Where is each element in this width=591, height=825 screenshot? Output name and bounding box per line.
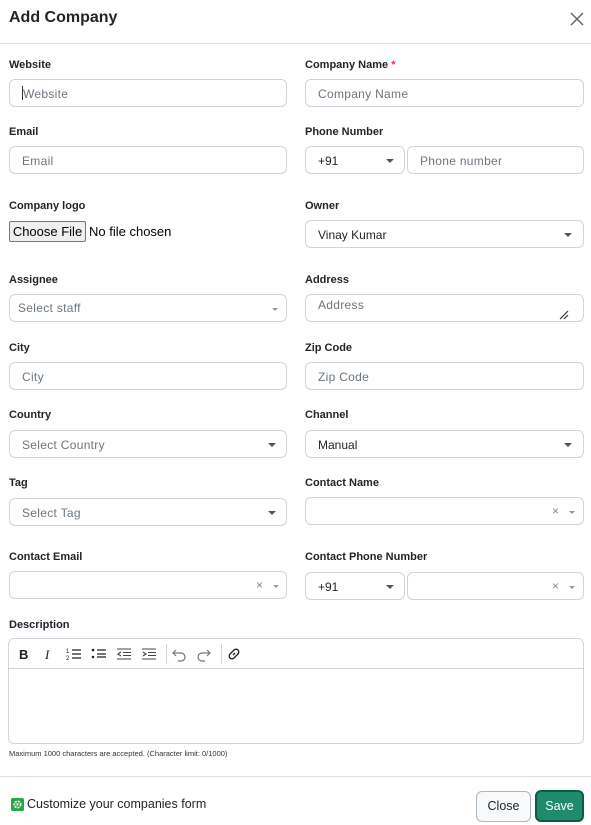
customize-form-link[interactable]: Customize your companies form (27, 797, 206, 811)
contact-name-select[interactable]: × (305, 497, 584, 525)
phone-country-code-select[interactable]: +91 (305, 146, 405, 174)
chevron-down-icon (569, 511, 575, 514)
chevron-down-icon (272, 308, 278, 311)
chevron-down-icon (564, 443, 572, 447)
chevron-down-icon (273, 585, 279, 588)
description-label: Description (9, 619, 70, 631)
phone-number-placeholder: Phone number (420, 154, 503, 168)
chevron-down-icon (569, 586, 575, 589)
gear-icon (11, 798, 24, 811)
country-select[interactable]: Select Country (9, 430, 287, 458)
phone-country-code-value: +91 (318, 154, 339, 168)
chevron-down-icon (386, 585, 394, 589)
undo-icon[interactable] (171, 646, 187, 662)
city-input[interactable]: City (9, 362, 287, 390)
close-button[interactable]: Close (476, 791, 531, 822)
chevron-down-icon (268, 511, 276, 515)
file-status-text: No file chosen (89, 224, 172, 239)
description-editor: B I 1 2 (8, 638, 584, 744)
assignee-label: Assignee (9, 274, 58, 286)
svg-text:2: 2 (66, 656, 70, 662)
company-name-label-text: Company Name (305, 59, 389, 71)
svg-text:1: 1 (66, 649, 70, 655)
svg-text:I: I (44, 647, 50, 662)
address-textarea[interactable]: Address (305, 294, 584, 322)
chevron-down-icon (386, 159, 394, 163)
phone-number-input[interactable]: Phone number (407, 146, 584, 174)
website-label: Website (9, 59, 51, 71)
tag-select[interactable]: Select Tag (9, 498, 287, 526)
required-mark: * (391, 59, 396, 71)
toolbar-divider (166, 644, 167, 664)
clear-icon[interactable]: × (552, 579, 559, 593)
owner-label: Owner (305, 200, 340, 212)
contact-email-label: Contact Email (9, 551, 83, 563)
italic-icon[interactable]: I (41, 646, 57, 662)
company-logo-label: Company logo (9, 200, 86, 212)
ordered-list-icon[interactable]: 1 2 (66, 646, 82, 662)
contact-phone-label: Contact Phone Number (305, 551, 428, 563)
channel-value: Manual (318, 438, 358, 452)
modal-footer: Customize your companies form Close Save (0, 776, 591, 825)
bold-icon[interactable]: B (16, 646, 32, 662)
contact-phone-select[interactable]: × (407, 572, 584, 600)
channel-label: Channel (305, 409, 349, 421)
city-label: City (9, 342, 30, 354)
city-placeholder: City (22, 370, 44, 384)
zip-code-label: Zip Code (305, 342, 353, 354)
editor-toolbar: B I 1 2 (9, 639, 583, 669)
address-label: Address (305, 274, 350, 286)
contact-email-select[interactable]: × (9, 571, 287, 599)
redo-icon[interactable] (196, 646, 212, 662)
assignee-select[interactable]: Select staff (9, 294, 287, 322)
close-icon[interactable] (569, 11, 585, 27)
character-limit-text: Maximum 1000 characters are accepted. (C… (9, 749, 228, 758)
company-name-placeholder: Company Name (318, 87, 409, 101)
save-button[interactable]: Save (535, 790, 584, 822)
modal-header: Add Company (0, 0, 591, 44)
clear-icon[interactable]: × (256, 578, 263, 592)
indent-icon[interactable] (141, 646, 157, 662)
contact-phone-country-code-select[interactable]: +91 (305, 572, 405, 600)
assignee-placeholder: Select staff (18, 301, 81, 315)
clear-icon[interactable]: × (552, 504, 559, 518)
chevron-down-icon (268, 443, 276, 447)
link-icon[interactable] (226, 646, 242, 662)
resize-handle-icon[interactable] (557, 308, 569, 320)
website-input[interactable]: Website (9, 79, 287, 107)
owner-select[interactable]: Vinay Kumar (305, 220, 584, 248)
country-placeholder: Select Country (22, 438, 105, 452)
chevron-down-icon (564, 233, 572, 237)
outdent-icon[interactable] (116, 646, 132, 662)
bullet-list-icon[interactable] (91, 646, 107, 662)
zip-code-placeholder: Zip Code (318, 370, 370, 384)
address-placeholder: Address (318, 298, 365, 312)
email-input[interactable]: Email (9, 146, 287, 174)
choose-file-button[interactable]: Choose File (9, 221, 86, 242)
modal-title: Add Company (9, 9, 118, 26)
website-placeholder: Website (23, 87, 69, 101)
description-content-area[interactable] (9, 669, 583, 743)
tag-placeholder: Select Tag (22, 506, 81, 520)
company-name-label: Company Name * (305, 59, 395, 71)
phone-number-label: Phone Number (305, 126, 384, 138)
contact-name-label: Contact Name (305, 477, 379, 489)
owner-value: Vinay Kumar (318, 228, 387, 242)
tag-label: Tag (9, 477, 28, 489)
svg-text:B: B (19, 647, 28, 662)
company-name-input[interactable]: Company Name (305, 79, 584, 107)
contact-phone-country-code-value: +91 (318, 580, 339, 594)
toolbar-divider (221, 644, 222, 664)
email-label: Email (9, 126, 39, 138)
channel-select[interactable]: Manual (305, 430, 584, 458)
email-placeholder: Email (22, 154, 54, 168)
zip-code-input[interactable]: Zip Code (305, 362, 584, 390)
country-label: Country (9, 409, 52, 421)
